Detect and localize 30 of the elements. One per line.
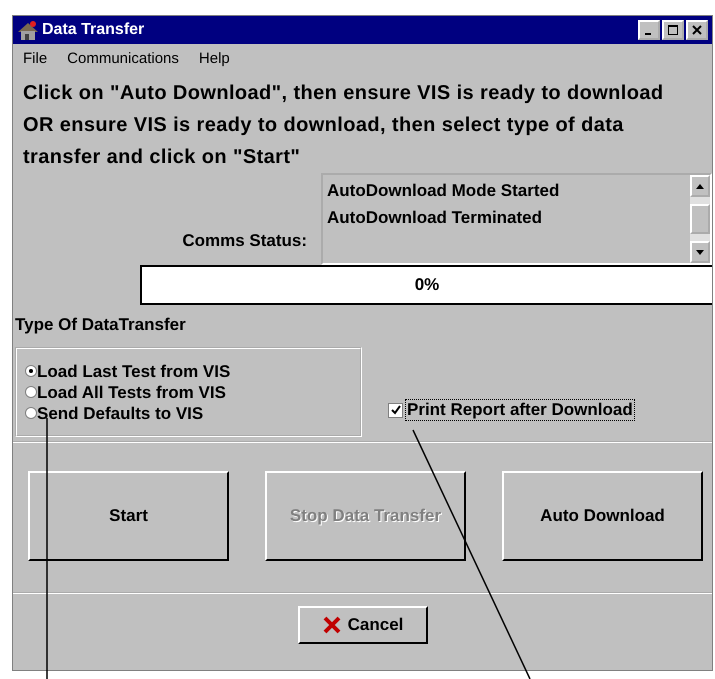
log-line: AutoDownload Terminated [327, 207, 544, 229]
menu-item[interactable]: Help [198, 50, 230, 67]
up-arrow-icon [696, 184, 704, 188]
radio-option[interactable]: Load Last Test from VIS [25, 360, 360, 382]
scroll-down-button[interactable] [690, 241, 710, 263]
window-title: Data Transfer [42, 21, 146, 39]
log-line: AutoDownload Mode Started [327, 180, 560, 202]
scroll-thumb[interactable] [690, 204, 710, 234]
action-button[interactable]: Auto Download [502, 471, 703, 561]
section-heading: Type Of DataTransfer [14, 314, 187, 335]
menu-item[interactable]: File [23, 50, 48, 67]
action-button[interactable]: Start [28, 471, 229, 561]
menu-item[interactable]: Communications [67, 50, 179, 67]
cancel-button[interactable]: Cancel [298, 606, 428, 644]
close-button[interactable] [686, 20, 708, 40]
scrollbar[interactable] [690, 175, 710, 263]
comms-status-label: Comms Status: [181, 231, 308, 252]
minimize-icon [644, 33, 650, 35]
maximize-button[interactable] [662, 20, 684, 40]
down-arrow-icon [696, 250, 704, 254]
radio-option[interactable]: Send Defaults to VIS [25, 402, 360, 424]
house-icon [17, 20, 39, 40]
progress-percentage: 0% [414, 275, 440, 295]
maximize-icon [668, 25, 678, 35]
scroll-up-button[interactable] [690, 175, 710, 197]
radio-option[interactable]: Load All Tests from VIS [25, 382, 360, 402]
close-icon [692, 25, 702, 35]
instruction-text: Click on "Auto Download", then ensure VIS is ready to download OR ensure VIS is ready to download, then select type of data transfer and click on "Start" [23, 81, 664, 170]
minimize-button[interactable] [638, 20, 660, 40]
cross-icon [322, 615, 342, 635]
